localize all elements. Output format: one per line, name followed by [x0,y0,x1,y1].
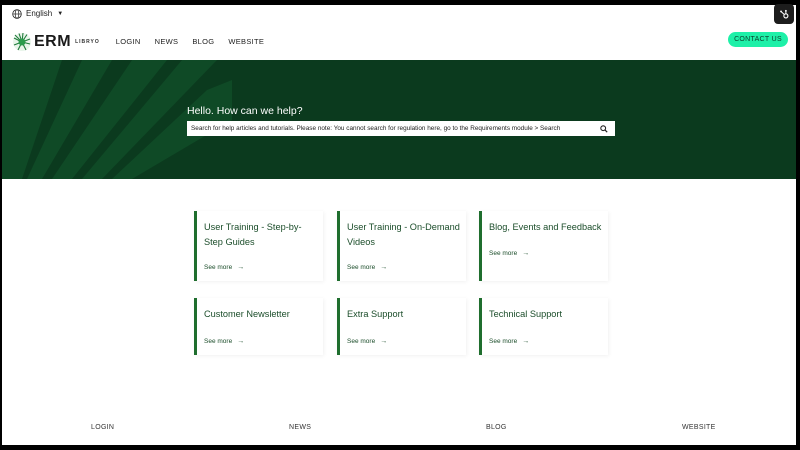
footer-website[interactable]: WEBSITE [682,424,716,431]
nav-login[interactable]: LOGIN [116,37,141,46]
logo-text: ERM [34,32,72,50]
globe-icon [12,8,22,19]
search-input[interactable] [191,125,596,132]
page-frame: English ▼ ERM LIBRYO LOGIN NEWS BLOG WEB… [2,5,796,445]
see-more-label: See more [204,264,233,271]
card-title: Customer Newsletter [204,309,290,319]
card-title: Technical Support [489,309,563,319]
see-more-label: See more [489,338,518,345]
logo-mark-icon [13,32,31,51]
see-more-label: See more [347,338,376,345]
card-title: Blog, Events and Feedback [489,222,602,232]
nav-website[interactable]: WEBSITE [228,37,264,46]
search-icon[interactable] [600,124,608,133]
see-more-link[interactable]: See more → [347,264,387,271]
card-title: User Training - On-Demand Videos [347,222,460,247]
card-technical-support[interactable]: Technical Support See more → [479,298,608,355]
nav-blog[interactable]: BLOG [192,37,214,46]
see-more-link[interactable]: See more → [489,338,529,345]
card-title: Extra Support [347,309,404,319]
hubspot-icon [779,9,788,18]
see-more-label: See more [489,250,518,257]
hubspot-badge[interactable] [774,4,794,24]
card-blog-events-feedback[interactable]: Blog, Events and Feedback See more → [479,211,608,281]
arrow-right-icon: → [522,338,530,345]
chevron-down-icon: ▼ [57,10,64,17]
nav-news[interactable]: NEWS [155,37,179,46]
arrow-right-icon: → [380,264,388,271]
hero-banner: Hello. How can we help? [2,60,796,179]
search-bar [187,121,615,136]
card-title: User Training - Step-by-Step Guides [204,222,302,247]
logo[interactable]: ERM LIBRYO [12,32,100,52]
language-label: English [26,9,53,18]
arrow-right-icon: → [237,338,245,345]
card-customer-newsletter[interactable]: Customer Newsletter See more → [194,298,323,355]
arrow-right-icon: → [522,250,530,257]
language-selector[interactable]: English ▼ [2,5,796,22]
hero-title: Hello. How can we help? [187,105,303,117]
arrow-right-icon: → [237,264,245,271]
footer-blog[interactable]: BLOG [486,424,507,431]
card-user-training-videos[interactable]: User Training - On-Demand Videos See mor… [337,211,466,281]
see-more-link[interactable]: See more → [347,338,387,345]
hero-rays-decoration [2,60,232,179]
logo-subtext: LIBRYO [75,38,100,45]
top-header: ERM LIBRYO LOGIN NEWS BLOG WEBSITE CONTA… [2,23,796,60]
see-more-label: See more [204,338,233,345]
see-more-link[interactable]: See more → [204,338,244,345]
see-more-link[interactable]: See more → [489,250,529,257]
contact-us-button[interactable]: CONTACT US [728,32,788,47]
see-more-link[interactable]: See more → [204,264,244,271]
see-more-label: See more [347,264,376,271]
footer-nav: LOGIN NEWS BLOG WEBSITE [2,422,796,436]
main-nav: LOGIN NEWS BLOG WEBSITE [116,37,278,46]
footer-news[interactable]: NEWS [289,424,311,431]
card-user-training-guides[interactable]: User Training - Step-by-Step Guides See … [194,211,323,281]
arrow-right-icon: → [380,338,388,345]
footer-login[interactable]: LOGIN [91,424,114,431]
card-extra-support[interactable]: Extra Support See more → [337,298,466,355]
